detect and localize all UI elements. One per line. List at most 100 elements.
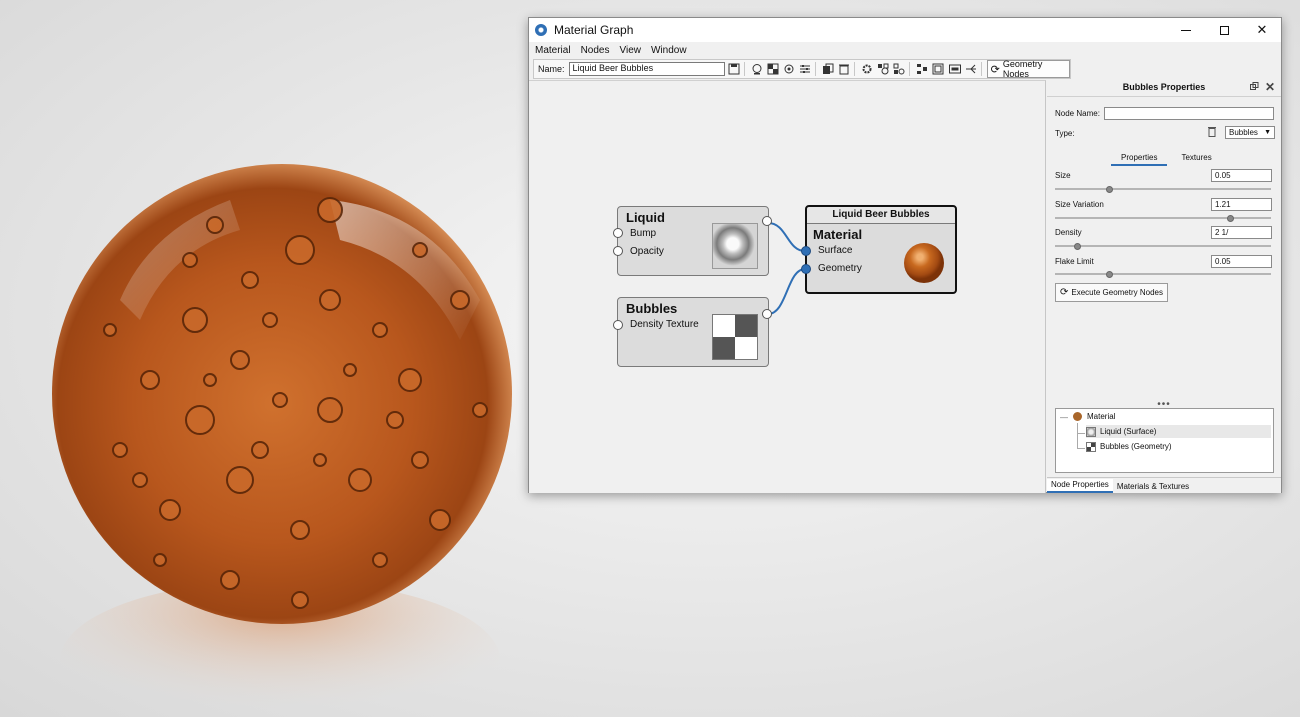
size-variation-slider-thumb[interactable] xyxy=(1226,215,1234,222)
material-geometry-port[interactable] xyxy=(801,264,811,274)
tree-item-material[interactable]: Material xyxy=(1073,410,1115,423)
material-node[interactable]: Liquid Beer Bubbles Material Surface Geo… xyxy=(801,205,957,294)
nodes-gear-icon[interactable] xyxy=(876,62,890,77)
tab-textures[interactable]: Textures xyxy=(1171,152,1221,166)
wire-bubbles-to-geometry xyxy=(767,268,806,315)
density-label: Density xyxy=(1055,228,1082,237)
close-button[interactable]: ✕ xyxy=(1243,18,1281,42)
menu-bar: Material Nodes View Window xyxy=(529,42,1281,58)
menu-nodes[interactable]: Nodes xyxy=(577,45,614,56)
density-slider-track[interactable] xyxy=(1055,245,1271,247)
menu-window[interactable]: Window xyxy=(647,45,691,56)
checker-icon[interactable] xyxy=(766,62,780,77)
menu-view[interactable]: View xyxy=(615,45,645,56)
refresh-icon: ⟳ xyxy=(990,63,1000,76)
title-bar: Material Graph ✕ xyxy=(529,18,1281,42)
bubbles-output-port[interactable] xyxy=(762,309,772,319)
size-variation-slider-track[interactable] xyxy=(1055,217,1271,219)
copy-icon[interactable] xyxy=(821,62,835,77)
refresh-icon[interactable] xyxy=(782,62,796,77)
gear-icon[interactable] xyxy=(860,62,874,77)
execute-geometry-nodes-button[interactable]: ⟳ Execute Geometry Nodes xyxy=(1055,283,1168,302)
size-slider-thumb[interactable] xyxy=(1106,186,1113,193)
type-trash-icon[interactable] xyxy=(1207,126,1217,140)
size-variation-label: Size Variation xyxy=(1055,200,1104,209)
sphere-icon[interactable] xyxy=(750,62,764,77)
panel-body: Node Name: Type: Bubbles ▼ Properties Te… xyxy=(1047,96,1281,475)
type-select[interactable]: Bubbles ▼ xyxy=(1225,126,1275,139)
checker-icon xyxy=(1086,441,1096,452)
tree-collapse-icon[interactable]: — xyxy=(1060,413,1068,422)
density-input[interactable]: 2 1/ xyxy=(1211,226,1272,239)
material-node-title: Material xyxy=(813,227,863,242)
liquid-node[interactable]: Liquid Bump Opacity xyxy=(613,206,772,276)
bubbles-node[interactable]: Bubbles Density Texture xyxy=(613,297,772,367)
liquid-output-port[interactable] xyxy=(762,216,772,226)
minimize-icon xyxy=(1181,29,1191,31)
connection-wires xyxy=(767,222,806,315)
tree-item-label: Material xyxy=(1087,412,1116,421)
menu-material[interactable]: Material xyxy=(531,45,575,56)
material-tree: — Material Liquid (Surface) Bubbles (Geo… xyxy=(1055,408,1274,473)
bubbles-node-title: Bubbles xyxy=(626,301,678,316)
panel-title: Bubbles Properties xyxy=(1122,82,1206,92)
share-icon[interactable] xyxy=(964,62,978,77)
sliders-icon[interactable] xyxy=(798,62,812,77)
zoom-100-icon[interactable] xyxy=(948,62,962,77)
liquid-texture-thumbnail xyxy=(712,223,758,269)
float-panel-icon[interactable] xyxy=(1250,82,1259,92)
properties-panel: Bubbles Properties ✕ Node Name: Type: Bu… xyxy=(1047,80,1281,493)
toolbar-separator xyxy=(980,62,982,76)
geometry-nodes-button[interactable]: ⟳ Geometry Nodes xyxy=(986,59,1070,79)
panel-bottom-tabs: Node Properties Materials & Textures xyxy=(1047,477,1281,493)
tree-item-label: Bubbles (Geometry) xyxy=(1100,442,1172,451)
tree-item-liquid[interactable]: Liquid (Surface) xyxy=(1086,425,1271,438)
nodes-settings-icon[interactable] xyxy=(892,62,906,77)
chevron-down-icon: ▼ xyxy=(1264,129,1271,136)
material-graph-window: Material Graph ✕ Material Nodes View Win… xyxy=(528,17,1282,493)
tree-item-bubbles[interactable]: Bubbles (Geometry) xyxy=(1086,440,1172,453)
material-node-header: Liquid Beer Bubbles xyxy=(807,207,955,224)
toolbar-separator xyxy=(909,62,911,76)
window-controls: ✕ xyxy=(1167,18,1281,42)
glass-sphere-render xyxy=(52,164,512,717)
density-slider-thumb[interactable] xyxy=(1073,243,1081,250)
flake-limit-input[interactable]: 0.05 xyxy=(1211,255,1272,268)
toolbar-separator xyxy=(854,62,856,76)
minimize-button[interactable] xyxy=(1167,18,1205,42)
trash-icon[interactable] xyxy=(837,62,851,77)
liquid-bump-port[interactable] xyxy=(613,228,623,238)
save-icon[interactable] xyxy=(727,62,741,77)
geometry-nodes-label: Geometry Nodes xyxy=(1002,59,1043,79)
material-name-input[interactable]: Liquid Beer Bubbles xyxy=(568,62,725,76)
size-variation-input[interactable]: 1.21 xyxy=(1211,198,1272,211)
tab-properties[interactable]: Properties xyxy=(1111,152,1168,166)
bubbles-texture-thumbnail xyxy=(712,314,758,360)
fit-icon[interactable] xyxy=(931,62,945,77)
size-input[interactable]: 0.05 xyxy=(1211,169,1272,182)
bubbles-density-port[interactable] xyxy=(613,320,623,330)
liquid-opacity-port[interactable] xyxy=(613,246,623,256)
tree-connector xyxy=(1077,423,1078,449)
liquid-texture-icon xyxy=(1086,426,1096,437)
material-surface-port[interactable] xyxy=(801,246,811,256)
graph-canvas[interactable]: Liquid Bump Opacity Bubbles Density Text… xyxy=(529,80,1046,493)
size-label: Size xyxy=(1055,171,1071,180)
flake-limit-slider-thumb[interactable] xyxy=(1106,271,1113,278)
bubbles-density-label: Density Texture xyxy=(630,319,699,330)
render-preview xyxy=(0,0,560,717)
size-slider-track[interactable] xyxy=(1055,188,1271,190)
tab-node-properties[interactable]: Node Properties xyxy=(1047,479,1113,493)
app-icon xyxy=(535,24,547,36)
maximize-button[interactable] xyxy=(1205,18,1243,42)
liquid-opacity-label: Opacity xyxy=(630,246,664,257)
tab-materials-textures[interactable]: Materials & Textures xyxy=(1113,481,1193,493)
material-geometry-label: Geometry xyxy=(818,263,862,274)
node-name-input[interactable] xyxy=(1104,107,1274,120)
toolbar-separator xyxy=(743,62,745,76)
tree-connector xyxy=(1077,433,1085,434)
flake-limit-slider-track[interactable] xyxy=(1055,273,1271,275)
layout-icon[interactable] xyxy=(915,62,929,77)
flake-limit-label: Flake Limit xyxy=(1055,257,1094,266)
panel-close-icon[interactable]: ✕ xyxy=(1265,80,1275,94)
